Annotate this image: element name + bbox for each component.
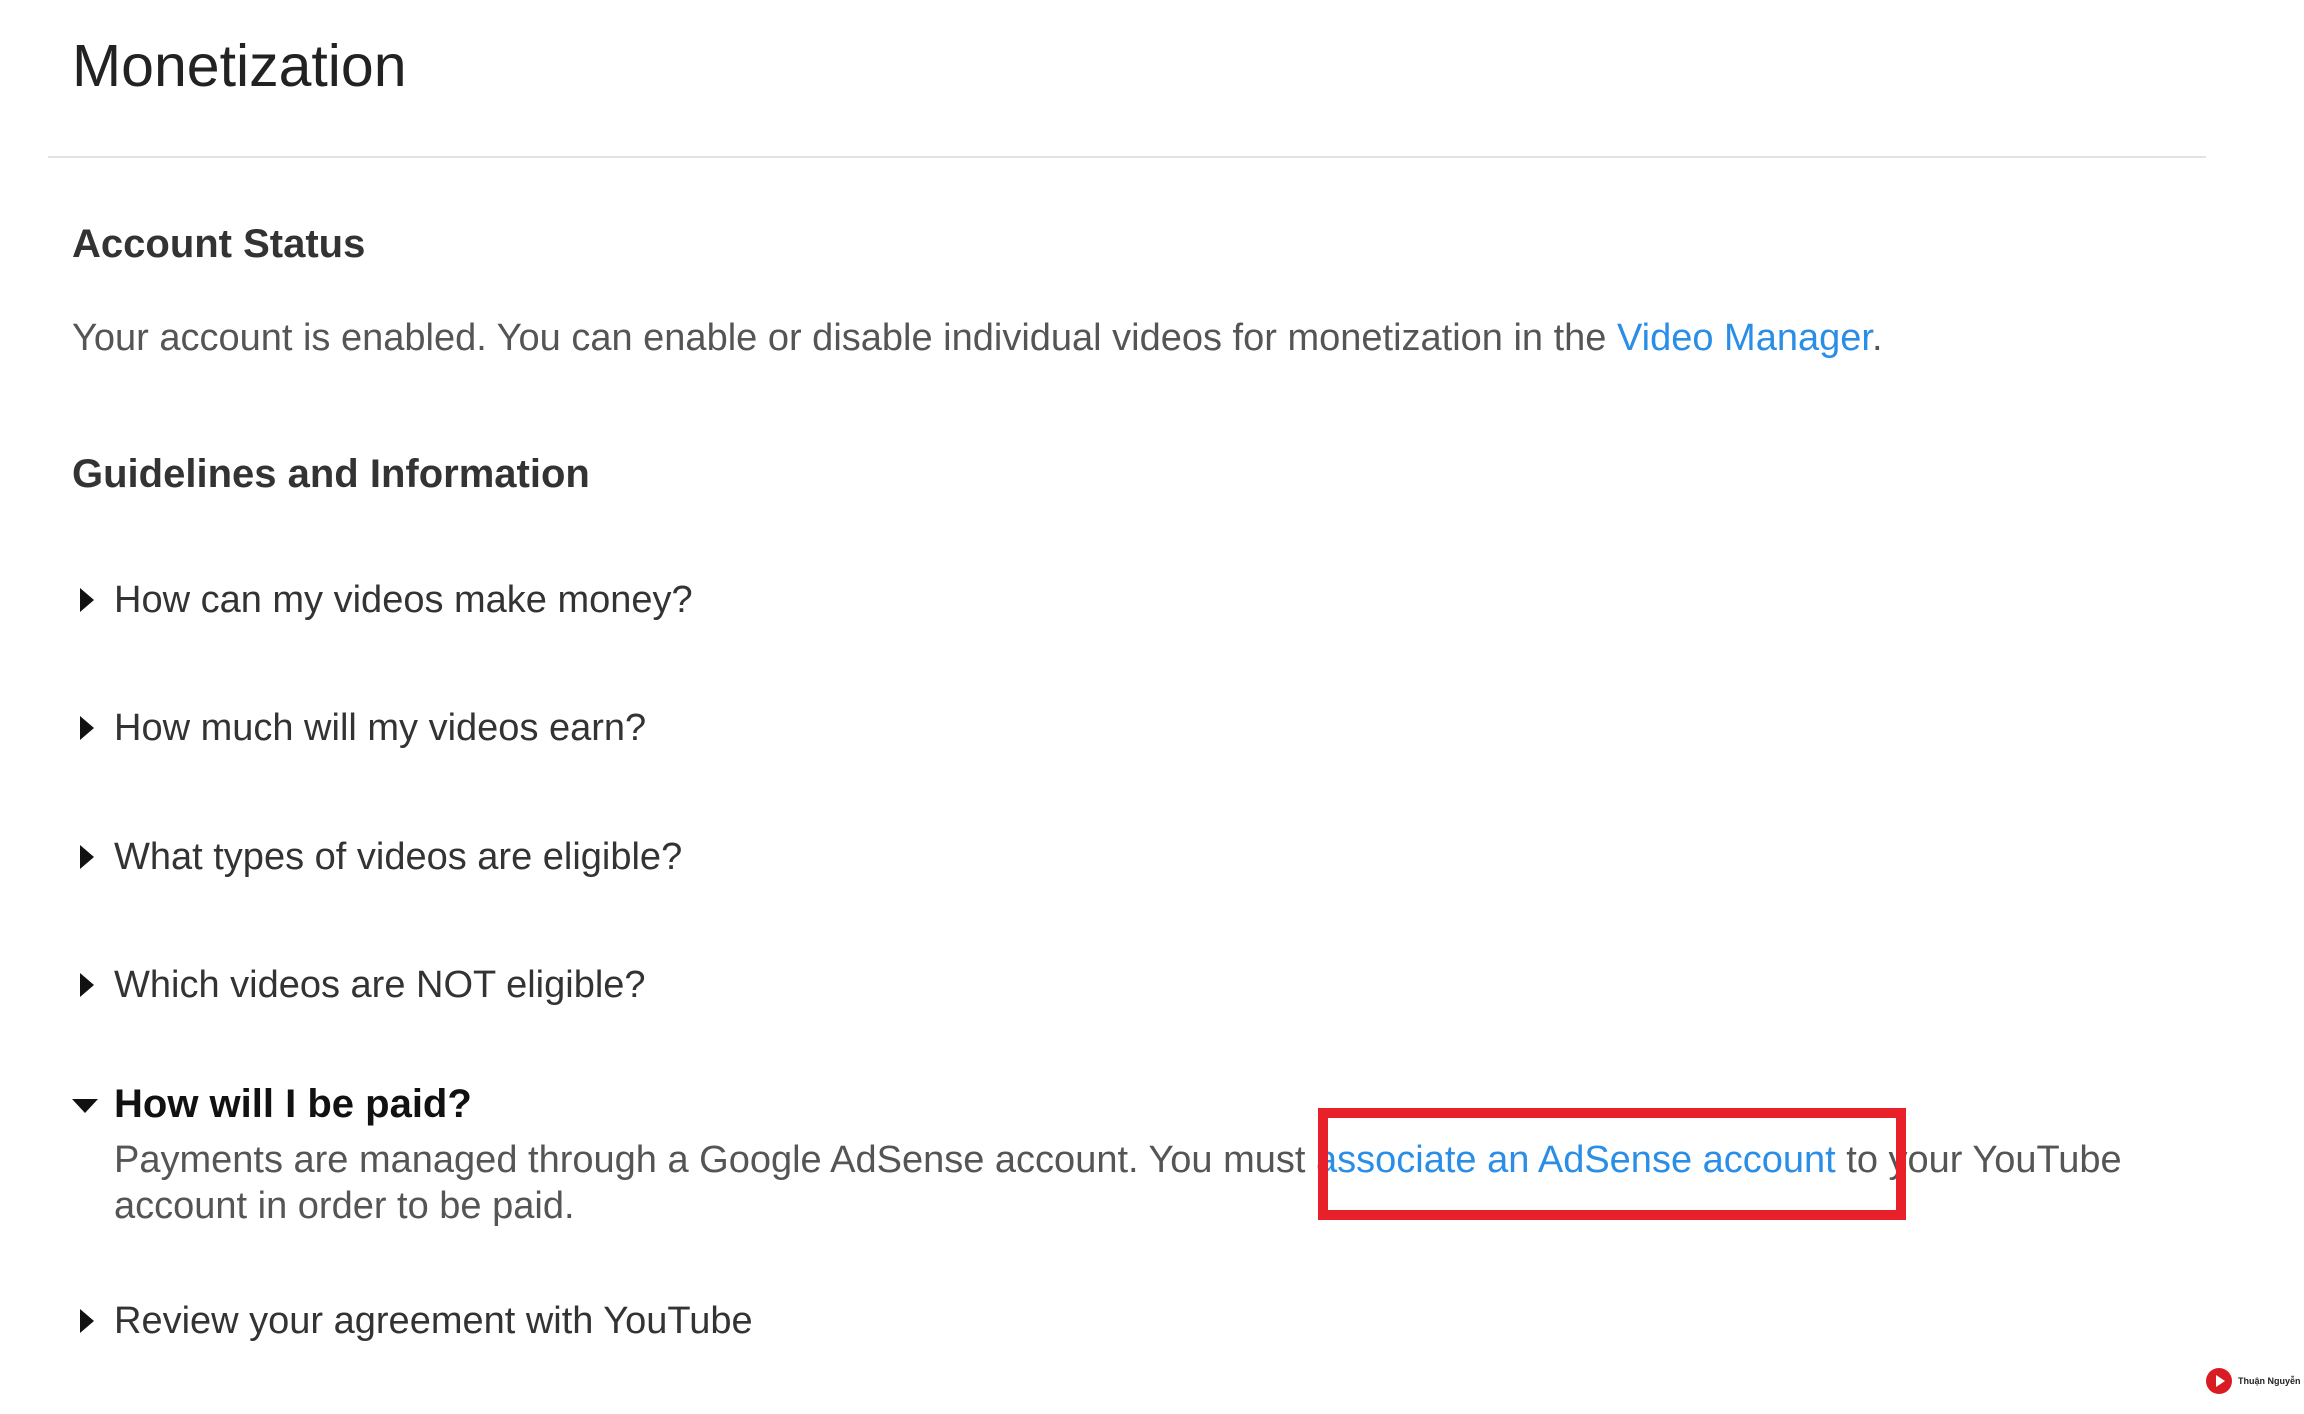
- caret-right-icon: [80, 716, 94, 740]
- faq-answer-how-paid: Payments are managed through a Google Ad…: [114, 1137, 2224, 1229]
- faq-label: Which videos are NOT eligible?: [114, 964, 646, 1006]
- faq-label: How much will my videos earn?: [114, 707, 647, 749]
- faq-item-how-much-earn[interactable]: How much will my videos earn?: [72, 700, 646, 756]
- faq-item-not-eligible[interactable]: Which videos are NOT eligible?: [72, 957, 646, 1013]
- associate-adsense-link[interactable]: associate an AdSense account: [1316, 1139, 1836, 1181]
- faq-label: How will I be paid?: [114, 1082, 472, 1126]
- watermark-text: Thuận Nguyễn: [2238, 1376, 2301, 1386]
- faq-item-eligible-types[interactable]: What types of videos are eligible?: [72, 829, 682, 885]
- video-manager-link[interactable]: Video Manager: [1617, 317, 1872, 359]
- faq-label: What types of videos are eligible?: [114, 836, 683, 878]
- caret-down-icon: [72, 1099, 98, 1113]
- faq-item-make-money[interactable]: How can my videos make money?: [72, 572, 693, 628]
- answer-text-before: Payments are managed through a Google Ad…: [114, 1139, 1317, 1181]
- guidelines-heading: Guidelines and Information: [72, 452, 590, 496]
- account-status-text: Your account is enabled. You can enable …: [72, 312, 1883, 364]
- account-status-text-before: Your account is enabled. You can enable …: [72, 317, 1617, 359]
- account-status-text-after: .: [1871, 317, 1883, 359]
- faq-item-how-paid[interactable]: How will I be paid?: [72, 1076, 472, 1132]
- caret-right-icon: [80, 1309, 94, 1333]
- caret-right-icon: [80, 845, 94, 869]
- page-title: Monetization: [72, 33, 407, 99]
- caret-right-icon: [80, 588, 94, 612]
- play-logo-icon: [2206, 1368, 2232, 1394]
- caret-right-icon: [80, 973, 94, 997]
- faq-label: Review your agreement with YouTube: [114, 1300, 753, 1342]
- watermark: Thuận Nguyễn: [2206, 1366, 2301, 1396]
- account-status-heading: Account Status: [72, 222, 366, 266]
- faq-item-review-agreement[interactable]: Review your agreement with YouTube: [72, 1293, 753, 1349]
- faq-label: How can my videos make money?: [114, 579, 693, 621]
- title-divider: [48, 156, 2206, 158]
